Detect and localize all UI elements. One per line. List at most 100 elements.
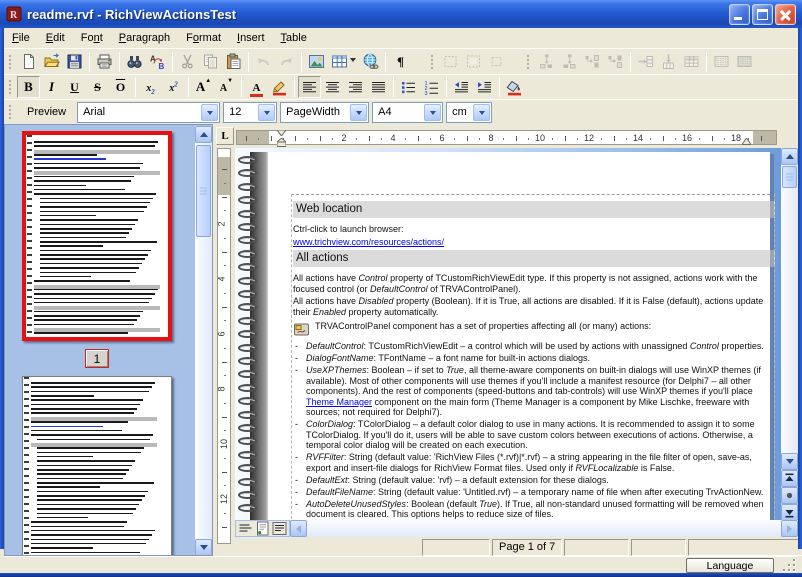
- table-insert-row-below-button[interactable]: [558, 51, 581, 73]
- view-normal-button[interactable]: [237, 521, 254, 536]
- toolbar-grip[interactable]: [8, 54, 12, 70]
- resize-grip[interactable]: [782, 559, 796, 572]
- paper-size-combo[interactable]: A4: [372, 102, 443, 123]
- frame-style-3-button[interactable]: [485, 51, 508, 73]
- insert-hyperlink-button[interactable]: [359, 51, 382, 73]
- print-button[interactable]: [93, 51, 116, 73]
- hyperlink[interactable]: Theme Manager: [306, 397, 372, 407]
- chevron-down-icon[interactable]: [350, 104, 367, 121]
- document-scroll-left-button[interactable]: [290, 520, 307, 537]
- page-thumbnail-1[interactable]: [22, 131, 172, 341]
- preview-button[interactable]: Preview: [19, 103, 74, 121]
- menu-edit[interactable]: Edit: [38, 29, 73, 47]
- document-scrollbar-thumb[interactable]: [782, 166, 797, 188]
- zoom-mode-value[interactable]: PageWidth: [281, 103, 349, 122]
- table-insert-col-right-button[interactable]: [604, 51, 627, 73]
- paragraph-color-button[interactable]: [503, 76, 526, 98]
- font-size-combo[interactable]: 12: [223, 102, 277, 123]
- paper-size-value[interactable]: A4: [373, 103, 423, 122]
- page-thumbnail-2[interactable]: [22, 376, 172, 556]
- table-insert-col-left-button[interactable]: [581, 51, 604, 73]
- document-scroll-right-button[interactable]: [781, 520, 798, 537]
- chevron-down-icon[interactable]: [473, 104, 490, 121]
- align-justify-button[interactable]: [367, 76, 390, 98]
- align-left-button[interactable]: [298, 76, 321, 98]
- bold-button[interactable]: B: [17, 76, 40, 98]
- shrink-font-button[interactable]: A▼: [215, 76, 238, 98]
- close-button[interactable]: [775, 4, 796, 25]
- undo-button[interactable]: [252, 51, 275, 73]
- grow-font-button[interactable]: A▲: [192, 76, 215, 98]
- previous-page-button[interactable]: [781, 470, 798, 487]
- menu-paragraph[interactable]: Paragraph: [111, 29, 178, 47]
- document-page[interactable]: Web locationCtrl-click to launch browser…: [250, 152, 770, 520]
- insert-table-button[interactable]: [328, 51, 359, 73]
- thumbnails-scrollbar-thumb[interactable]: [196, 145, 211, 237]
- toolbar-grip[interactable]: [8, 104, 12, 120]
- chevron-down-icon[interactable]: [258, 104, 275, 121]
- align-center-button[interactable]: [321, 76, 344, 98]
- align-right-button[interactable]: [344, 76, 367, 98]
- copy-button[interactable]: [199, 51, 222, 73]
- underline-button[interactable]: U: [63, 76, 86, 98]
- replace-button[interactable]: AB: [146, 51, 169, 73]
- tab-stop-selector-button[interactable]: L: [216, 127, 234, 145]
- menu-font[interactable]: Font: [73, 29, 111, 47]
- language-button[interactable]: Language: [686, 558, 774, 573]
- new-button[interactable]: [17, 51, 40, 73]
- chevron-down-icon[interactable]: [201, 104, 218, 121]
- document-scroll-up-button[interactable]: [781, 148, 798, 165]
- title-bar[interactable]: R readme.rvf - RichViewActionsTest: [0, 0, 802, 28]
- bullet-list-button[interactable]: [397, 76, 420, 98]
- cut-button[interactable]: [176, 51, 199, 73]
- decrease-indent-button[interactable]: [450, 76, 473, 98]
- maximize-button[interactable]: [752, 4, 773, 25]
- superscript-button[interactable]: x2: [162, 76, 185, 98]
- units-value[interactable]: cm: [447, 103, 472, 122]
- menu-format[interactable]: Format: [178, 29, 229, 47]
- table-select-col-button[interactable]: [657, 51, 680, 73]
- strikethrough-button[interactable]: S: [86, 76, 109, 98]
- italic-button[interactable]: I: [40, 76, 63, 98]
- font-color-button[interactable]: A: [245, 76, 268, 98]
- view-draft-button[interactable]: [271, 521, 288, 536]
- font-name-value[interactable]: Arial: [78, 103, 200, 122]
- font-size-value[interactable]: 12: [224, 103, 257, 122]
- find-button[interactable]: [123, 51, 146, 73]
- paste-button[interactable]: [222, 51, 245, 73]
- minimize-button[interactable]: [729, 4, 750, 25]
- zoom-mode-combo[interactable]: PageWidth: [280, 102, 369, 123]
- frame-style-1-button[interactable]: [439, 51, 462, 73]
- toolbar-grip[interactable]: [8, 79, 12, 95]
- menu-file[interactable]: File: [4, 29, 38, 47]
- hyperlink[interactable]: www.trichview.com/resources/actions/: [293, 237, 444, 247]
- menu-table[interactable]: Table: [273, 29, 315, 47]
- chevron-down-icon[interactable]: [424, 104, 441, 121]
- units-combo[interactable]: cm: [446, 102, 492, 123]
- table-insert-row-above-button[interactable]: [535, 51, 558, 73]
- font-name-combo[interactable]: Arial: [77, 102, 220, 123]
- overline-button[interactable]: O: [109, 76, 132, 98]
- toolbar-grip[interactable]: [526, 54, 530, 70]
- window-border-left[interactable]: [0, 0, 4, 549]
- table-shading-2-button[interactable]: [733, 51, 756, 73]
- view-page-layout-button[interactable]: [254, 521, 271, 536]
- select-browse-object-button[interactable]: [781, 487, 798, 504]
- text-highlight-button[interactable]: [268, 76, 291, 98]
- horizontal-ruler[interactable]: 24681012141618: [236, 130, 777, 145]
- table-properties-button[interactable]: [680, 51, 703, 73]
- document-scroll-down-button[interactable]: [781, 453, 798, 470]
- thumbnails-scroll-down-button[interactable]: [195, 539, 212, 556]
- open-button[interactable]: [40, 51, 63, 73]
- increase-indent-button[interactable]: [473, 76, 496, 98]
- table-select-row-button[interactable]: [634, 51, 657, 73]
- document-viewport[interactable]: Web locationCtrl-click to launch browser…: [235, 148, 781, 520]
- thumbnails-scroll-up-button[interactable]: [195, 126, 212, 143]
- next-page-button[interactable]: [781, 504, 798, 521]
- redo-button[interactable]: [275, 51, 298, 73]
- frame-style-2-button[interactable]: [462, 51, 485, 73]
- save-button[interactable]: [63, 51, 86, 73]
- subscript-button[interactable]: x2: [139, 76, 162, 98]
- numbered-list-button[interactable]: 123: [420, 76, 443, 98]
- window-border-bottom[interactable]: [0, 573, 802, 577]
